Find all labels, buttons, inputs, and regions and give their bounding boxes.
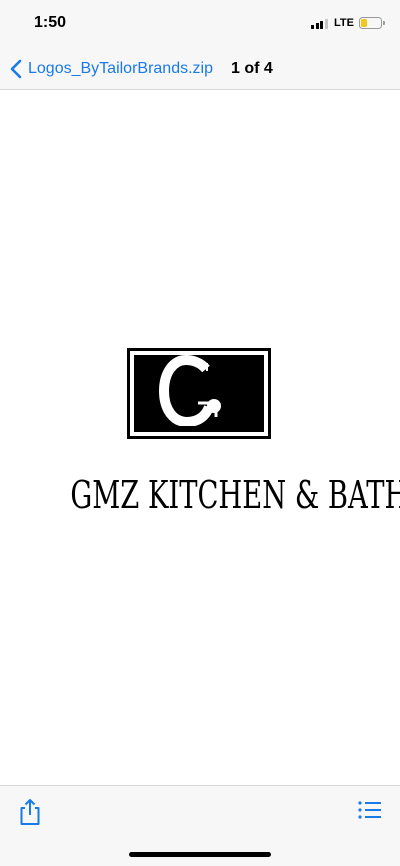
chevron-left-icon — [10, 59, 22, 79]
page-counter: 1 of 4 — [231, 60, 273, 77]
nav-bar: Logos_ByTailorBrands.zip 1 of 4 — [0, 48, 400, 90]
status-bar: 1:50 LTE — [0, 0, 400, 48]
signal-icon — [311, 18, 329, 29]
status-indicators: LTE — [311, 17, 385, 29]
home-indicator[interactable] — [129, 852, 271, 857]
share-icon — [20, 799, 40, 825]
battery-icon — [359, 17, 385, 29]
list-icon — [358, 801, 381, 819]
share-button[interactable] — [18, 798, 42, 831]
screen: 1:50 LTE Logos_ByTailorBrands.zip 1 of 4 — [0, 0, 400, 866]
status-time: 1:50 — [34, 14, 67, 31]
logo-monogram-g — [158, 354, 221, 428]
list-button[interactable] — [358, 800, 382, 825]
network-type: LTE — [334, 17, 354, 29]
logo-wordmark: GMZ KITCHEN & BATH — [70, 473, 400, 517]
document-viewer: GMZ KITCHEN & BATH — [0, 91, 400, 785]
bottom-toolbar — [0, 785, 400, 866]
back-button[interactable]: Logos_ByTailorBrands.zip — [10, 56, 213, 82]
file-name-label: Logos_ByTailorBrands.zip — [28, 60, 213, 77]
logo-monogram-box — [127, 348, 271, 439]
battery-level — [361, 19, 367, 27]
